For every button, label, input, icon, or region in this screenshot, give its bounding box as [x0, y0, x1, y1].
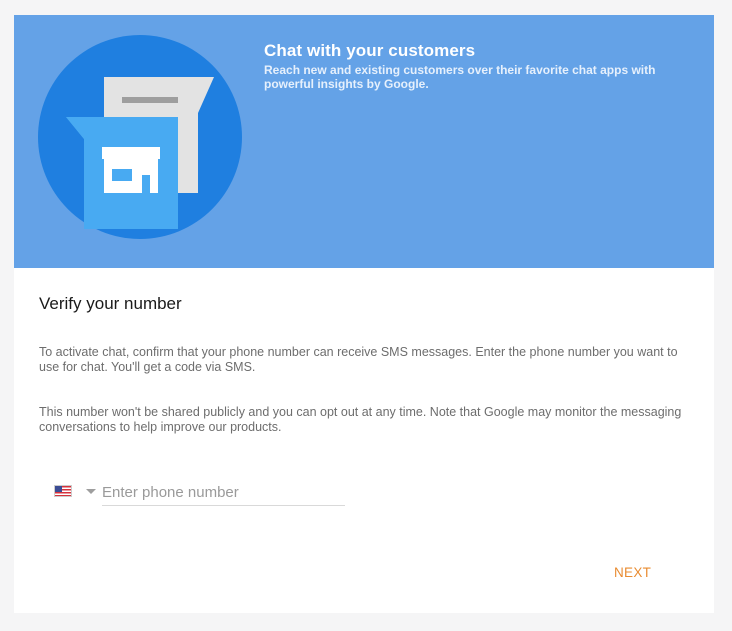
instruction-text: To activate chat, confirm that your phon… — [39, 345, 678, 374]
phone-number-row — [54, 479, 354, 507]
next-button[interactable]: NEXT — [614, 565, 651, 580]
hero-banner: Chat with your customers Reach new and e… — [14, 15, 714, 268]
page-title: Verify your number — [39, 294, 182, 313]
chevron-down-icon[interactable] — [86, 489, 96, 494]
phone-number-input[interactable] — [102, 479, 345, 506]
us-flag-icon[interactable] — [54, 485, 72, 497]
storefront-chat-icon — [38, 35, 242, 239]
verify-dialog: Chat with your customers Reach new and e… — [14, 15, 714, 613]
hero-subtitle: Reach new and existing customers over th… — [264, 63, 656, 91]
privacy-notice: This number won't be shared publicly and… — [39, 405, 682, 434]
hero-title: Chat with your customers — [264, 41, 476, 60]
